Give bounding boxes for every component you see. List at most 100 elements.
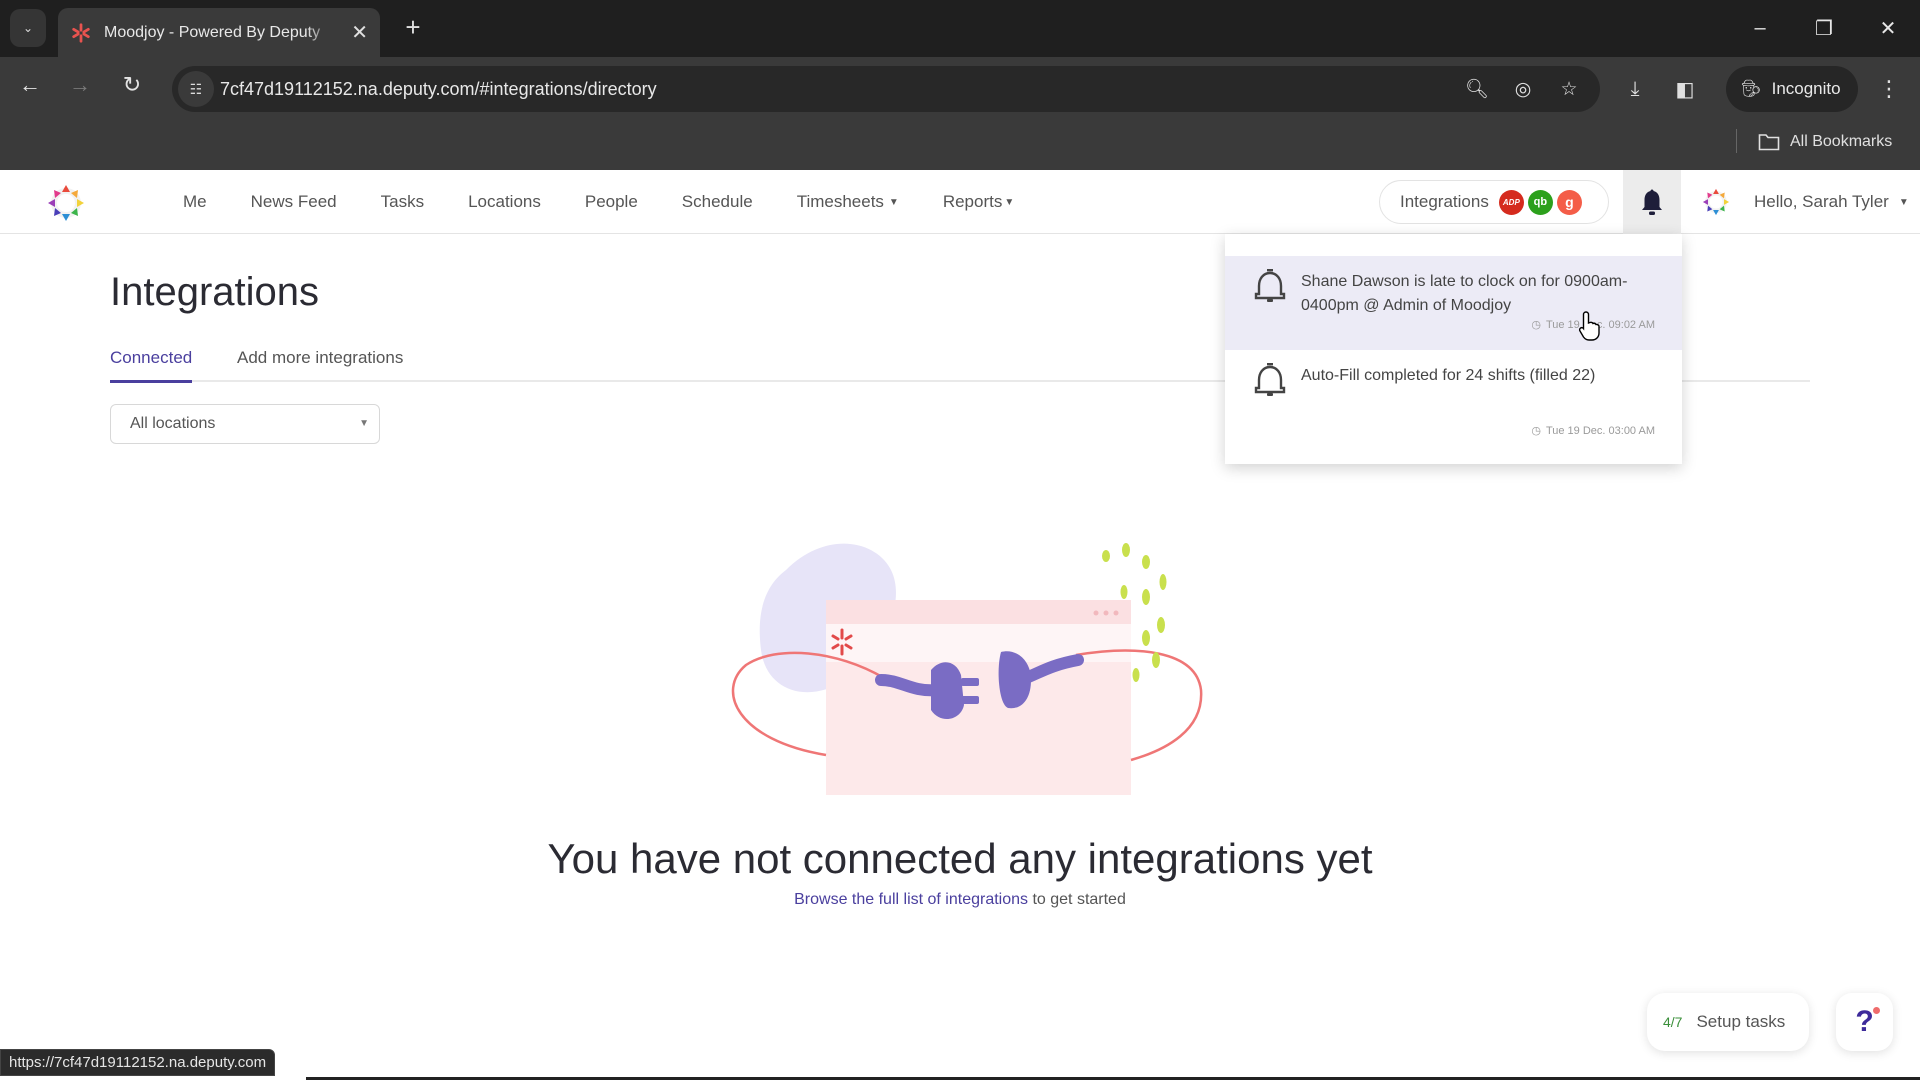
illustration-window-bar bbox=[826, 600, 1131, 624]
reload-button[interactable]: ↻ bbox=[114, 67, 150, 103]
tune-icon: ☷ bbox=[189, 80, 203, 97]
forward-button[interactable]: → bbox=[62, 67, 98, 103]
user-avatar[interactable] bbox=[1700, 186, 1732, 218]
close-window-icon[interactable]: ✕ bbox=[1856, 0, 1920, 57]
new-tab-button[interactable]: + bbox=[398, 12, 428, 42]
caret-down-icon: ▼ bbox=[359, 418, 369, 429]
chevron-down-icon: ⌄ bbox=[22, 21, 34, 35]
arrow-left-icon: ← bbox=[19, 72, 41, 97]
user-greeting: Hello, Sarah Tyler bbox=[1754, 192, 1889, 211]
location-filter-select[interactable]: All locations ▼ bbox=[110, 404, 380, 444]
incognito-indicator[interactable]: 🕵︎ Incognito bbox=[1726, 66, 1858, 112]
notification-item[interactable]: Shane Dawson is late to clock on for 090… bbox=[1225, 256, 1682, 350]
notification-message: Shane Dawson is late to clock on for 090… bbox=[1301, 273, 1628, 314]
clock-icon: ◷ bbox=[1531, 425, 1541, 437]
app-navbar: Me News Feed Tasks Locations People Sche… bbox=[0, 170, 1920, 234]
all-bookmarks-button[interactable]: All Bookmarks bbox=[1758, 113, 1892, 170]
nav-me-label: Me bbox=[183, 192, 207, 211]
nav-people[interactable]: People bbox=[585, 192, 638, 212]
back-button[interactable]: ← bbox=[12, 67, 48, 103]
nav-reports-label: Reports bbox=[942, 192, 1003, 211]
nav-news-feed-label: News Feed bbox=[250, 192, 337, 211]
adp-badge-icon: ADP bbox=[1498, 189, 1524, 215]
tab-connected[interactable]: Connected bbox=[110, 348, 193, 383]
help-notification-dot bbox=[1873, 1007, 1880, 1014]
illustration-plug-left bbox=[931, 662, 964, 720]
bookmarks-divider bbox=[1736, 129, 1737, 153]
bell-icon bbox=[1642, 189, 1662, 215]
tab-add-more-integrations[interactable]: Add more integrations bbox=[237, 348, 403, 380]
notification-time: ◷ Tue 19 Dec. 03:00 AM bbox=[1531, 424, 1655, 438]
nav-tasks[interactable]: Tasks bbox=[381, 192, 424, 212]
notification-message: Auto-Fill completed for 24 shifts (fille… bbox=[1301, 367, 1596, 384]
bell-outline-icon bbox=[1254, 269, 1286, 302]
location-filter-value: All locations bbox=[130, 415, 216, 432]
unplugged-illustration bbox=[731, 543, 1203, 795]
deputy-favicon-icon bbox=[72, 22, 90, 43]
window-controls: – ❐ ✕ bbox=[1728, 0, 1920, 57]
moodjoy-logo[interactable] bbox=[44, 182, 88, 224]
hand-cursor-icon bbox=[1578, 311, 1600, 341]
link-status-bubble: https://7cf47d19112152.na.deputy.com bbox=[0, 1049, 276, 1076]
close-tab-icon[interactable]: ✕ bbox=[351, 23, 368, 43]
setup-tasks-label: Setup tasks bbox=[1696, 1012, 1786, 1031]
nav-news-feed[interactable]: News Feed bbox=[251, 192, 337, 212]
empty-state-suffix: to get started bbox=[1028, 891, 1126, 908]
side-panel-icon[interactable]: ◧ bbox=[1670, 77, 1700, 102]
notification-item[interactable]: Auto-Fill completed for 24 shifts (fille… bbox=[1225, 350, 1682, 444]
notification-time-text: Tue 19 Dec. 03:00 AM bbox=[1545, 424, 1655, 437]
eye-off-icon[interactable]: ◎ bbox=[1510, 78, 1536, 101]
nav-timesheets-label: Timesheets bbox=[796, 192, 884, 211]
incognito-label: Incognito bbox=[1771, 79, 1841, 98]
caret-down-icon: ▼ bbox=[1898, 196, 1909, 208]
incognito-icon: 🕵︎ bbox=[1740, 79, 1762, 98]
user-menu[interactable]: Hello, Sarah Tyler ▼ bbox=[1754, 170, 1909, 234]
empty-state-title: You have not connected any integrations … bbox=[547, 835, 1373, 882]
tab-search-button[interactable]: ⌄ bbox=[10, 9, 46, 47]
bookmarks-bar: All Bookmarks bbox=[0, 113, 1920, 170]
setup-tasks-button[interactable]: 4/7 Setup tasks bbox=[1647, 993, 1809, 1051]
illustration-plug-prong-bottom bbox=[961, 696, 979, 704]
site-info-button[interactable]: ☷ bbox=[178, 71, 214, 107]
bookmark-star-icon[interactable]: ☆ bbox=[1556, 78, 1582, 101]
minimize-icon[interactable]: – bbox=[1728, 0, 1792, 57]
restore-icon[interactable]: ❐ bbox=[1792, 0, 1856, 57]
browse-integrations-link[interactable]: Browse the full list of integrations bbox=[794, 891, 1028, 908]
quickbooks-badge-icon: qb bbox=[1527, 189, 1553, 215]
empty-state-subtitle: Browse the full list of integrations to … bbox=[0, 891, 1920, 909]
reload-icon: ↻ bbox=[122, 72, 142, 97]
nav-schedule-label: Schedule bbox=[681, 192, 753, 211]
integrations-button[interactable]: Integrations ADP qb g bbox=[1379, 180, 1609, 224]
nav-timesheets[interactable]: Timesheets ▼ bbox=[797, 192, 899, 212]
notifications-dropdown: Shane Dawson is late to clock on for 090… bbox=[1225, 234, 1682, 464]
address-bar[interactable]: ☷ 7cf47d19112152.na.deputy.com/#integrat… bbox=[172, 66, 1600, 112]
all-bookmarks-label: All Bookmarks bbox=[1790, 132, 1893, 150]
page-title: Integrations bbox=[110, 270, 320, 314]
nav-tasks-label: Tasks bbox=[380, 192, 425, 211]
nav-locations[interactable]: Locations bbox=[468, 192, 541, 212]
url-text[interactable]: 7cf47d19112152.na.deputy.com/#integratio… bbox=[220, 66, 657, 112]
nav-locations-label: Locations bbox=[468, 192, 541, 211]
integrations-label: Integrations bbox=[1400, 192, 1489, 211]
nav-me[interactable]: Me bbox=[183, 192, 207, 212]
browser-menu-icon[interactable]: ⋮ bbox=[1876, 66, 1902, 112]
bell-outline-icon bbox=[1254, 363, 1286, 396]
nav-people-label: People bbox=[584, 192, 638, 211]
clock-icon: ◷ bbox=[1531, 319, 1541, 331]
browser-tab-strip: ⌄ Moodjoy - Powered By Deputy ✕ + – ❐ ✕ bbox=[0, 0, 1920, 57]
help-button[interactable]: ? bbox=[1836, 993, 1893, 1051]
browser-toolbar: ← → ↻ ☷ 7cf47d19112152.na.deputy.com/#in… bbox=[0, 57, 1920, 113]
caret-down-icon: ▼ bbox=[888, 197, 899, 208]
folder-icon bbox=[1758, 133, 1780, 150]
illustration-plug-prong-top bbox=[961, 678, 979, 686]
illustration-window-dots bbox=[1093, 610, 1119, 616]
browser-tab-active[interactable]: Moodjoy - Powered By Deputy ✕ bbox=[58, 8, 380, 57]
gusto-badge-icon: g bbox=[1556, 189, 1582, 215]
notifications-button[interactable] bbox=[1623, 170, 1681, 234]
zoom-icon[interactable]: 🔍︎ bbox=[1464, 77, 1490, 101]
download-icon[interactable]: ⤓ bbox=[1620, 78, 1650, 101]
nav-schedule[interactable]: Schedule bbox=[682, 192, 753, 212]
arrow-right-icon: → bbox=[69, 72, 91, 97]
nav-reports[interactable]: Reports ▼ bbox=[943, 192, 1014, 212]
setup-tasks-progress: 4/7 bbox=[1663, 1014, 1683, 1030]
